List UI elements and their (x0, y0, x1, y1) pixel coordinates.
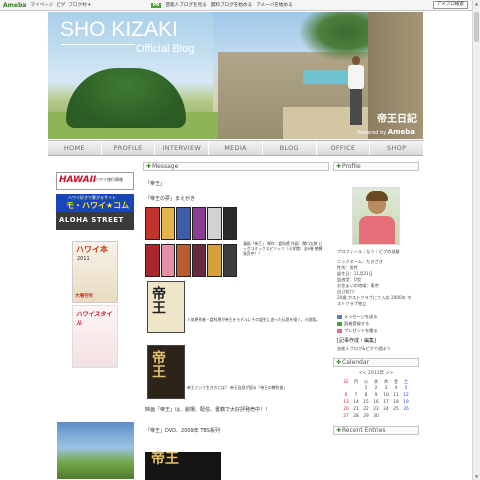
manga-vol-4[interactable] (191, 207, 206, 240)
textbook-caption: 帝王という生き方とは？ 帝王自身が語る「帝王の教科書」 (187, 385, 287, 390)
ameba-nav: マイページ ピグ ブログ村 ▾ (30, 2, 90, 8)
movie-announcement: 映画「帝王」は、劇場、配信、書籍で大好評発売中！！ (145, 407, 271, 413)
gift-icon (337, 329, 342, 333)
page-scrollbar[interactable]: ▲ ▼ (472, 0, 480, 480)
pr-link-start-ameba[interactable]: アメーバを始める (256, 2, 292, 8)
textbook-cover[interactable]: 帝王 (147, 345, 185, 399)
tab-office[interactable]: OFFICE (317, 141, 371, 155)
manga-vol-11[interactable] (207, 244, 222, 277)
calendar-weekdays: 日 月 火 水 木 金 土 (343, 379, 409, 385)
blog-title: SHO KIZAKI (60, 18, 178, 41)
novel-cover[interactable]: 帝王 (147, 281, 185, 333)
mail-icon (337, 315, 342, 319)
feed-title[interactable]: [記事作成・編集] (333, 336, 419, 346)
ad-rainbow-photo[interactable] (57, 422, 134, 479)
message-foreword: 「帝王の夢」まえがき (145, 196, 196, 202)
powered-by-ameba: Powered by Ameba (357, 128, 415, 136)
manga-vol-9[interactable] (176, 244, 191, 277)
manga-vol-6[interactable] (222, 207, 237, 240)
scrollbar-thumb[interactable] (474, 12, 479, 42)
send-message-link[interactable]: メッセージを送る (337, 313, 415, 320)
pr-link-celebrity[interactable]: 芸能人ブログを見る (165, 2, 206, 8)
blog-header-banner[interactable]: SHO KIZAKI Official Blog 帝王日記 Powered by… (48, 12, 423, 139)
ameba-logo[interactable]: Ameba (3, 2, 26, 9)
leaf-icon: ✚ (336, 359, 342, 366)
textbook-block: 帝王 帝王という生き方とは？ 帝王自身が語る「帝王の教科書」 (145, 345, 327, 403)
manga-vol-5[interactable] (207, 207, 222, 240)
recent-entries-header: ✚ Recent Entries (333, 426, 419, 435)
calendar-week: 13 14 15 16 17 18 19 (343, 400, 409, 405)
banner-palm (298, 12, 378, 62)
tab-interview[interactable]: INTERVIEW (155, 141, 210, 155)
pr-link-free-blog[interactable]: 無料ブログを始める (211, 2, 252, 8)
nav-blogmura[interactable]: ブログ村 ▾ (68, 2, 90, 8)
tab-profile[interactable]: PROFILE (102, 141, 156, 155)
ad-hawaii-banner[interactable]: HAWAII ハワイ旅行情報 (56, 172, 134, 190)
profile-intro: 20歳 ホストクラブにて入店 2000年 ホストクラブ独立 (337, 295, 412, 306)
calendar-table: 日 月 火 水 木 金 土 12345 6 7 8 9 10 11 12 13 14 15 16 1… (341, 378, 411, 420)
ad-mohawaii-banner[interactable]: ハワイ好きで繋がるサイト モ・ハワイ★コム (56, 194, 134, 212)
manga-caption: 漫画「帝王」 原作：倉科遼 作画：関口太郎 ビッグコミックスピリッツ（小学館）全… (243, 241, 323, 256)
scroll-down-icon[interactable]: ▼ (474, 474, 479, 479)
tab-shop[interactable]: SHOP (370, 141, 423, 155)
novel-block: 帝王 人気原作者・倉科遼が帝王をモデルにその誕生に迫った伝説を描く。小説版。 (145, 281, 327, 343)
manga-vol-3[interactable] (176, 207, 191, 240)
pr-tag: PR (150, 2, 162, 8)
profile-header: ✚ Profile (333, 162, 419, 171)
ad-hawaii-style-book[interactable]: ハワイスタイル (72, 305, 118, 368)
manga-block: 漫画「帝王」 原作：倉科遼 作画：関口太郎 ビッグコミックスピリッツ（小学館）全… (145, 203, 327, 277)
message-header: ✚ Message (143, 162, 329, 171)
calendar-widget: ✚ Calendar << 2011年 >> 日 月 火 水 木 金 土 123… (333, 358, 419, 420)
calendar-week: 6 7 8 9 10 11 12 (344, 393, 409, 398)
manga-vol-1[interactable] (145, 207, 160, 240)
tab-home[interactable]: HOME (48, 141, 102, 155)
profile-column: ✚ Profile プロフィール｜なう｜ピグの部屋 ニックネーム：たきざき 性別… (333, 162, 419, 480)
calendar-week: 27 28 29 30 (343, 414, 379, 419)
send-present-link[interactable]: プレゼントを贈る (337, 327, 415, 334)
calendar-week: 12345 (364, 386, 408, 391)
manga-vol-10[interactable] (191, 244, 206, 277)
blog-subtitle: Official Blog (136, 43, 195, 55)
manga-covers[interactable] (145, 203, 237, 277)
profile-actions: メッセージを送る 読者登録する プレゼントを贈る (333, 311, 419, 336)
manga-vol-8[interactable] (160, 244, 175, 277)
main-nav-tabs: HOME PROFILE INTERVIEW MEDIA BLOG OFFICE… (48, 140, 423, 156)
ad-aloha-street-banner[interactable]: ALOHA STREET (56, 212, 134, 230)
title-underline (61, 44, 135, 45)
reader-icon (337, 322, 342, 326)
ameblo-search-button[interactable]: アメブロ検索 (432, 1, 468, 9)
leaf-icon: ✚ (146, 163, 152, 170)
tab-media[interactable]: MEDIA (209, 141, 263, 155)
leaf-icon: ✚ (336, 163, 342, 170)
ameba-pr-links: PR 芸能人ブログを見る 無料ブログを始める アメーバを始める (150, 2, 293, 8)
dvd-announcement: 「帝王」DVD、2009年 TBS系列 (145, 428, 220, 434)
banner-person (345, 56, 367, 128)
manga-vol-7[interactable] (145, 244, 160, 277)
message-title: 「帝王」 (145, 181, 166, 187)
nav-mypage[interactable]: マイページ (30, 2, 53, 8)
feed-subtitle[interactable]: 芸能人ブログ&ピグで遊ぼう (333, 346, 419, 356)
manga-vol-12[interactable] (222, 244, 237, 277)
tab-blog[interactable]: BLOG (263, 141, 317, 155)
profile-photo[interactable] (352, 187, 400, 245)
diary-logo: 帝王日記 (377, 114, 417, 125)
novel-caption: 人気原作者・倉科遼が帝王をモデルにその誕生に迫った伝説を描く。小説版。 (187, 317, 320, 322)
ad-hawaii-book-2011[interactable]: ハワイ本 2011 大増刊号 (72, 241, 118, 303)
nav-pigg[interactable]: ピグ (56, 2, 65, 8)
calendar-header: ✚ Calendar (333, 358, 419, 367)
profile-info: プロフィール｜なう｜ピグの部屋 ニックネーム：たきざき 性別：男性 誕生日：11… (333, 245, 419, 311)
ameba-header-bar: Ameba マイページ ピグ ブログ村 ▾ PR 芸能人ブログを見る 無料ブログ… (0, 0, 480, 11)
manga-vol-2[interactable] (160, 207, 175, 240)
leaf-icon: ✚ (336, 427, 342, 434)
scroll-up-icon[interactable]: ▲ (474, 1, 479, 6)
dvd-cover[interactable]: 帝王 (145, 452, 221, 480)
reader-register-link[interactable]: 読者登録する (337, 320, 415, 327)
message-column: ✚ Message 「帝王」 「帝王の夢」まえがき 漫画「帝王」 原作：倉科遼 … (143, 162, 329, 480)
left-sidebar-ads: HAWAII ハワイ旅行情報 ハワイ好きで繋がるサイト モ・ハワイ★コム ALO… (56, 172, 136, 479)
calendar-week: 20 21 22 23 24 25 26 (343, 407, 409, 412)
recent-entries-widget: ✚ Recent Entries (333, 426, 419, 435)
calendar-month[interactable]: << 2011年 >> (333, 370, 419, 376)
